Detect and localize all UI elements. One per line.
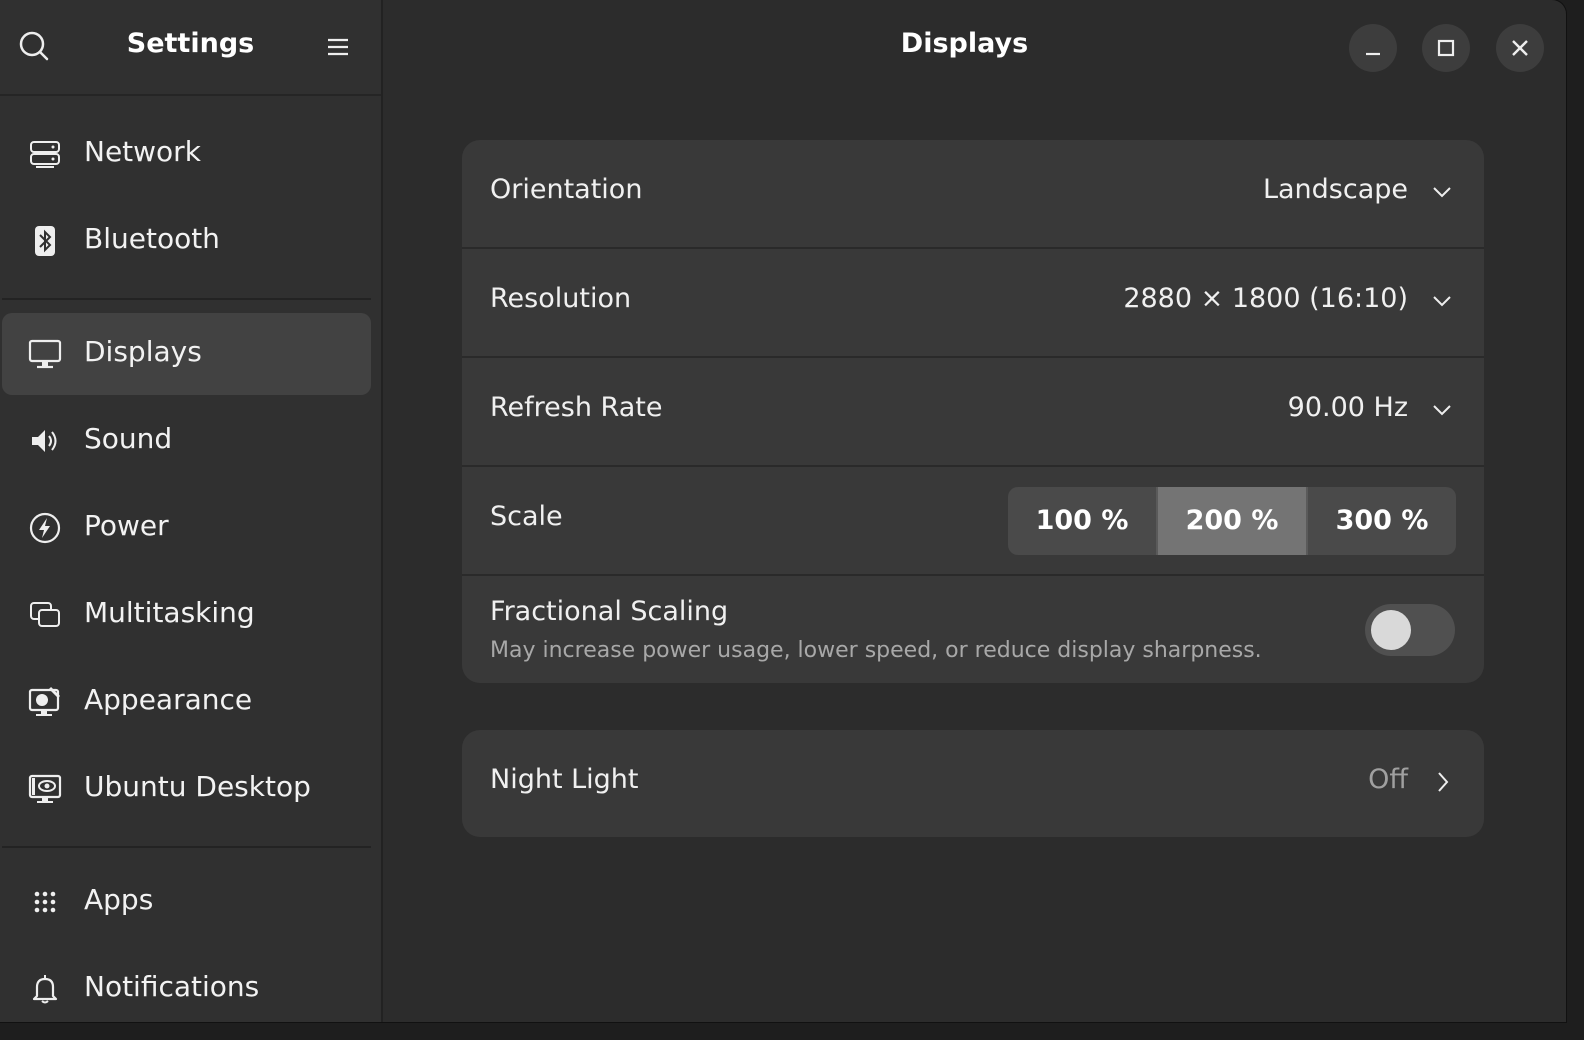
chevron-right-icon: [1438, 772, 1449, 792]
appearance-icon: [28, 685, 62, 719]
orientation-label: Orientation: [490, 174, 643, 205]
sidebar-item-notifications[interactable]: Notifications: [2, 948, 371, 1022]
close-icon: [1512, 40, 1528, 56]
scale-row: Scale 100 % 200 % 300 %: [462, 467, 1484, 574]
chevron-down-icon: [1433, 187, 1451, 198]
scale-label: Scale: [490, 501, 563, 532]
sidebar-item-label: Bluetooth: [84, 222, 220, 255]
night-light-card: Night Light Off: [462, 730, 1484, 837]
scale-option-200[interactable]: 200 %: [1156, 487, 1308, 555]
night-light-value: Off: [1368, 764, 1408, 795]
network-icon: [28, 137, 62, 171]
sidebar-item-label: Ubuntu Desktop: [84, 770, 311, 803]
fractional-scaling-description: May increase power usage, lower speed, o…: [490, 638, 1262, 663]
sidebar-item-power[interactable]: Power: [2, 487, 371, 569]
minimize-icon: [1366, 52, 1380, 56]
fractional-scaling-label: Fractional Scaling: [490, 596, 729, 627]
night-light-row[interactable]: Night Light Off: [462, 730, 1484, 837]
display-icon: [28, 337, 62, 371]
maximize-icon: [1437, 39, 1455, 57]
power-icon: [28, 511, 62, 545]
apps-grid-icon: [28, 885, 62, 919]
multitasking-icon: [28, 598, 62, 632]
minimize-button[interactable]: [1349, 24, 1397, 72]
orientation-value: Landscape: [1262, 174, 1408, 205]
sidebar-separator: [2, 298, 371, 300]
toggle-knob: [1371, 610, 1411, 650]
sidebar-item-label: Apps: [84, 883, 154, 916]
scale-option-300[interactable]: 300 %: [1308, 487, 1456, 555]
bluetooth-icon: [28, 224, 62, 258]
ubuntu-desktop-icon: [28, 772, 62, 806]
speaker-icon: [28, 424, 62, 458]
bell-icon: [28, 972, 62, 1006]
close-button[interactable]: [1496, 24, 1544, 72]
sidebar-item-label: Displays: [84, 335, 202, 368]
fractional-scaling-toggle[interactable]: [1365, 604, 1455, 656]
sidebar-item-ubuntu-desktop[interactable]: Ubuntu Desktop: [2, 748, 371, 830]
settings-window: Settings Network Bluetooth Displays Soun…: [0, 0, 1566, 1022]
sidebar-item-label: Notifications: [84, 970, 260, 1003]
sidebar: Settings Network Bluetooth Displays Soun…: [0, 0, 383, 1022]
refresh-rate-row[interactable]: Refresh Rate 90.00 Hz: [462, 358, 1484, 465]
orientation-row[interactable]: Orientation Landscape: [462, 140, 1484, 247]
sidebar-item-multitasking[interactable]: Multitasking: [2, 574, 371, 656]
chevron-down-icon: [1433, 296, 1451, 307]
hamburger-menu-icon[interactable]: [318, 28, 358, 68]
resolution-row[interactable]: Resolution 2880 × 1800 (16:10): [462, 249, 1484, 356]
sidebar-item-network[interactable]: Network: [2, 113, 371, 195]
night-light-label: Night Light: [490, 764, 639, 795]
sidebar-item-sound[interactable]: Sound: [2, 400, 371, 482]
sidebar-item-label: Network: [84, 135, 201, 168]
fractional-scaling-row: Fractional Scaling May increase power us…: [462, 576, 1484, 683]
display-settings-card: Orientation Landscape Resolution 2880 × …: [462, 140, 1484, 683]
sidebar-item-appearance[interactable]: Appearance: [2, 661, 371, 743]
sidebar-item-apps[interactable]: Apps: [2, 861, 371, 943]
sidebar-item-bluetooth[interactable]: Bluetooth: [2, 200, 371, 282]
refresh-rate-value: 90.00 Hz: [1287, 392, 1408, 423]
sidebar-item-displays[interactable]: Displays: [2, 313, 371, 395]
resolution-value: 2880 × 1800 (16:10): [1123, 283, 1408, 314]
scale-selector: 100 % 200 % 300 %: [1008, 487, 1456, 555]
chevron-down-icon: [1433, 405, 1451, 416]
sidebar-separator: [2, 846, 371, 848]
scale-option-100[interactable]: 100 %: [1008, 487, 1156, 555]
refresh-rate-label: Refresh Rate: [490, 392, 663, 423]
sidebar-item-label: Sound: [84, 422, 173, 455]
sidebar-item-label: Appearance: [84, 683, 253, 716]
sidebar-item-label: Multitasking: [84, 596, 255, 629]
sidebar-header: Settings: [0, 0, 381, 96]
maximize-button[interactable]: [1422, 24, 1470, 72]
resolution-label: Resolution: [490, 283, 632, 314]
sidebar-item-label: Power: [84, 509, 169, 542]
